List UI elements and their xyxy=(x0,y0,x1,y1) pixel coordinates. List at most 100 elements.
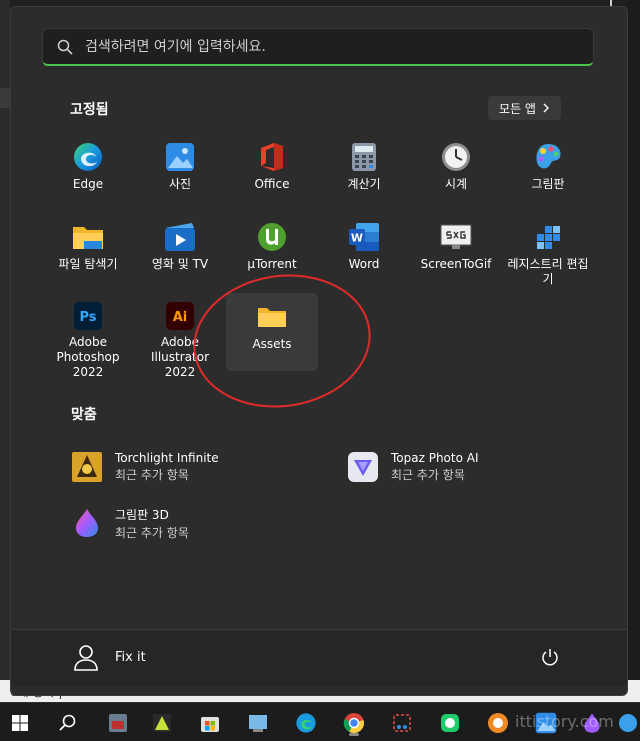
taskbar-start-button[interactable] xyxy=(6,709,34,737)
pinned-app-label: Adobe Illustrator 2022 xyxy=(150,335,210,379)
pinned-app-label: Word xyxy=(348,257,380,271)
recommended-item-name: Torchlight Infinite xyxy=(115,451,219,465)
pinned-app-photoshop[interactable]: Ps Adobe Photoshop 2022 xyxy=(42,293,134,379)
app-window-icon xyxy=(109,714,127,732)
recommended-item-name: 그림판 3D xyxy=(115,507,169,522)
messenger-icon xyxy=(441,714,459,732)
pinned-app-label: Adobe Photoshop 2022 xyxy=(56,335,120,379)
svg-text:Ps: Ps xyxy=(79,310,96,325)
recommended-title: 맞춤 xyxy=(71,407,97,423)
watermark: ittistory.com xyxy=(515,712,614,731)
taskbar-edge[interactable] xyxy=(292,709,320,737)
pinned-app-label: µTorrent xyxy=(247,257,297,271)
pinned-app-utorrent[interactable]: µTorrent xyxy=(226,213,318,291)
pinned-app-calculator[interactable]: 계산기 xyxy=(318,133,410,211)
clock-icon xyxy=(440,141,472,173)
taskbar-app-extra[interactable] xyxy=(614,709,640,737)
word-icon: W xyxy=(348,221,380,253)
all-apps-button[interactable]: 모든 앱 xyxy=(488,96,561,120)
pinned-app-edge[interactable]: Edge xyxy=(42,133,134,211)
chevron-right-icon xyxy=(543,103,549,113)
paint3d-icon xyxy=(71,507,103,539)
file-explorer-icon xyxy=(72,221,104,253)
topaz-icon xyxy=(347,451,379,483)
recommended-item-name: Topaz Photo AI xyxy=(391,451,479,465)
pinned-app-photos[interactable]: 사진 xyxy=(134,133,226,211)
illustrator-icon: Ai xyxy=(164,301,196,331)
desktop-background-block xyxy=(0,88,10,108)
pinned-app-label: 레지스트리 편집 기 xyxy=(507,257,589,286)
pinned-app-label: ScreenToGif xyxy=(420,257,492,271)
edge-icon xyxy=(72,141,104,173)
user-icon xyxy=(74,645,98,671)
taskbar-app-messenger[interactable] xyxy=(436,709,464,737)
pinned-app-label: 그림판 xyxy=(531,177,565,191)
pinned-app-word[interactable]: W Word xyxy=(318,213,410,291)
photoshop-icon: Ps xyxy=(72,301,104,331)
taskbar-app-media[interactable] xyxy=(484,709,512,737)
pinned-app-illustrator[interactable]: Ai Adobe Illustrator 2022 xyxy=(134,293,226,379)
start-footer: Fix it xyxy=(11,629,627,687)
pinned-app-assets-folder[interactable]: Assets xyxy=(226,293,318,371)
pinned-app-label: 시계 xyxy=(444,177,468,191)
snipping-tool-icon xyxy=(393,714,411,732)
store-icon xyxy=(201,717,219,732)
desktop-background-left xyxy=(0,0,10,741)
pinned-app-label: Office xyxy=(254,177,290,191)
pinned-app-label: Edge xyxy=(72,177,104,191)
search-icon xyxy=(57,39,73,55)
recommended-item-paint3d[interactable]: 그림판 3D 최근 추가 항목 xyxy=(71,503,331,543)
search-box[interactable] xyxy=(42,28,594,66)
search-icon xyxy=(59,714,76,731)
running-indicator xyxy=(349,733,359,736)
pinned-app-label: 사진 xyxy=(168,177,192,191)
recommended-item-sub: 최근 추가 항목 xyxy=(115,468,189,482)
user-name: Fix it xyxy=(115,649,146,665)
taskbar-store[interactable] xyxy=(196,709,224,737)
calculator-icon xyxy=(348,141,380,173)
folder-icon xyxy=(256,301,288,333)
utorrent-icon xyxy=(256,221,288,253)
recommended-item-sub: 최근 추가 항목 xyxy=(391,468,465,482)
recommended-list: Torchlight Infinite 최근 추가 항목 Topaz Photo… xyxy=(71,447,611,557)
user-account-button[interactable]: Fix it xyxy=(71,642,146,672)
pinned-app-registry-editor[interactable]: 레지스트리 편집 기 xyxy=(502,213,594,291)
pinned-app-movies-tv[interactable]: 영화 및 TV xyxy=(134,213,226,291)
chrome-icon xyxy=(343,713,364,734)
pinned-app-label: 영화 및 TV xyxy=(151,257,209,271)
taskbar-app-1[interactable] xyxy=(104,709,132,737)
search-input[interactable] xyxy=(85,38,565,55)
pinned-app-label: 계산기 xyxy=(347,177,381,191)
recommended-item-torchlight[interactable]: Torchlight Infinite 최근 추가 항목 xyxy=(71,447,331,487)
taskbar-app-2[interactable] xyxy=(148,709,176,737)
pinned-app-clock[interactable]: 시계 xyxy=(410,133,502,211)
start-menu: 고정됨 모든 앱 Edge 사진 xyxy=(10,6,628,696)
office-icon xyxy=(256,141,288,173)
pinned-app-file-explorer[interactable]: 파일 탐색기 xyxy=(42,213,134,291)
app-icon xyxy=(619,714,637,732)
recommended-item-topaz[interactable]: Topaz Photo AI 최근 추가 항목 xyxy=(347,447,607,487)
pinned-title: 고정됨 xyxy=(70,102,109,118)
media-player-icon xyxy=(488,713,508,733)
svg-text:W: W xyxy=(351,232,363,245)
game-app-icon xyxy=(153,714,171,732)
taskbar-search-button[interactable] xyxy=(53,709,81,737)
taskbar-snipping-tool[interactable] xyxy=(388,709,416,737)
recommended-item-sub: 최근 추가 항목 xyxy=(115,525,189,540)
registry-editor-icon xyxy=(532,221,564,253)
taskbar-chrome[interactable] xyxy=(340,709,368,737)
pinned-app-label: 파일 탐색기 xyxy=(58,257,118,271)
pinned-app-screentogif[interactable]: ScreenToGif xyxy=(410,213,502,291)
edge-icon xyxy=(296,713,316,733)
paint-icon xyxy=(532,141,564,173)
desktop-background-right xyxy=(628,0,640,741)
all-apps-label: 모든 앱 xyxy=(499,101,536,116)
movies-tv-icon xyxy=(164,221,196,253)
torchlight-icon xyxy=(71,451,103,483)
windows-logo-icon xyxy=(12,715,28,731)
pinned-app-paint[interactable]: 그림판 xyxy=(502,133,594,211)
power-button[interactable] xyxy=(541,648,559,670)
taskbar-app-4[interactable] xyxy=(244,709,272,737)
svg-text:Ai: Ai xyxy=(173,310,188,325)
pinned-app-office[interactable]: Office xyxy=(226,133,318,211)
